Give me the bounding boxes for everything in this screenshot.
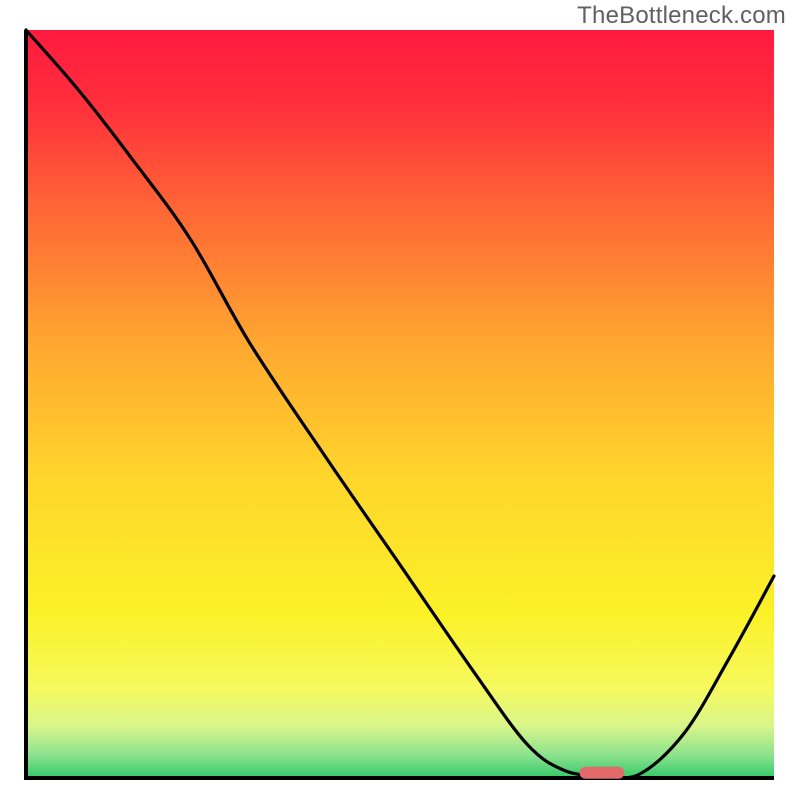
chart-container: TheBottleneck.com [0, 0, 800, 800]
optimal-marker [580, 767, 625, 779]
watermark-label: TheBottleneck.com [577, 2, 786, 30]
bottleneck-chart [0, 0, 800, 800]
plot-background [26, 30, 774, 778]
